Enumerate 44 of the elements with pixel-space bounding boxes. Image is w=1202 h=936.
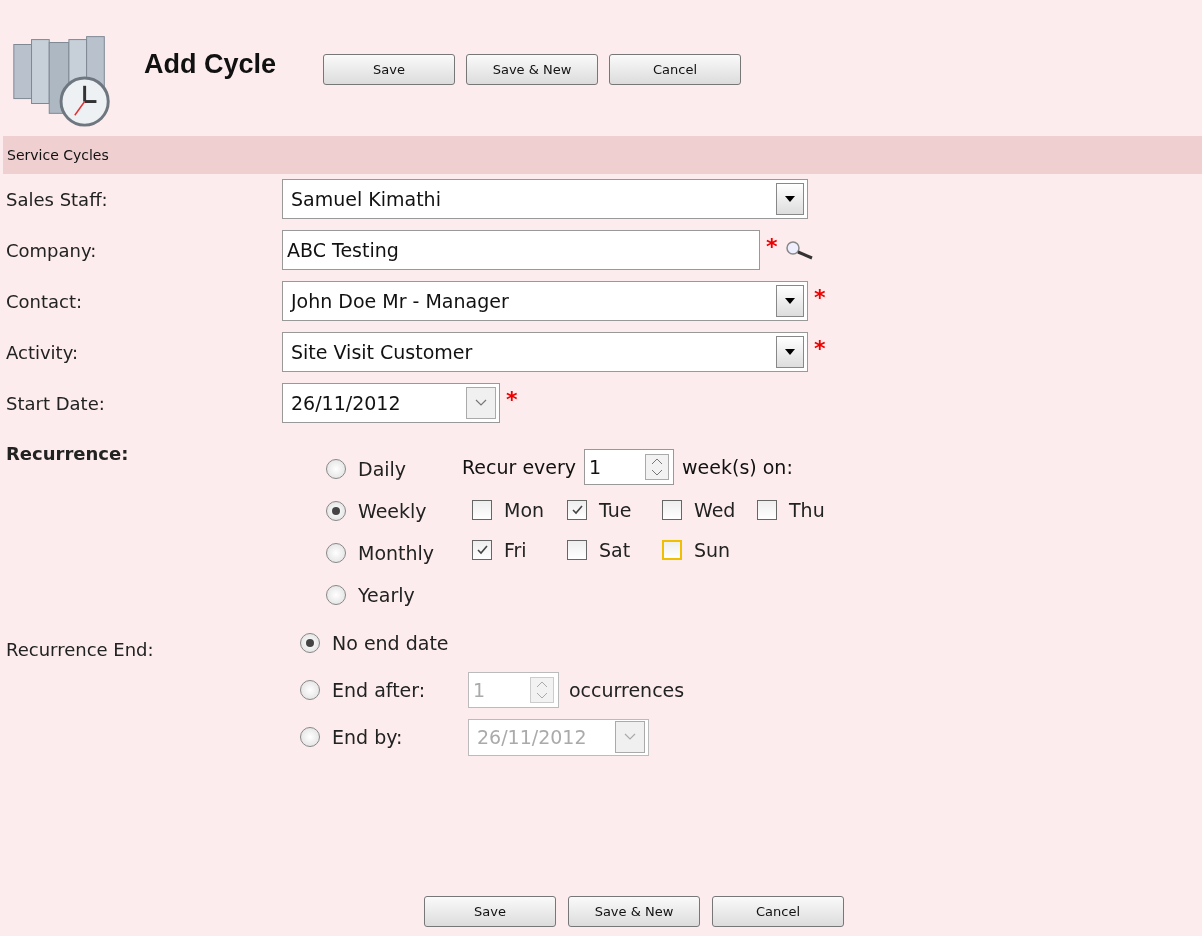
field-label: Contact:	[5, 290, 84, 312]
field-label: Company:	[5, 239, 98, 261]
occurrences-label: occurrences	[569, 679, 685, 701]
save-and-new-button[interactable]: Save & New	[568, 896, 700, 927]
required-asterisk: *	[766, 234, 778, 259]
required-asterisk: *	[814, 336, 826, 361]
field-label: Sales Staff:	[5, 188, 109, 210]
recurrence-label: Recurrence:	[5, 443, 130, 466]
day-checkbox[interactable]: Fri	[472, 539, 567, 561]
recurrence-end-label: Recurrence End:	[5, 639, 155, 662]
checkmark-icon	[475, 543, 489, 557]
search-icon[interactable]	[783, 240, 814, 260]
unit-label: week(s) on:	[682, 456, 793, 478]
cancel-button[interactable]: Cancel	[609, 53, 742, 85]
chevron-down-icon	[615, 721, 645, 753]
section-title: Service Cycles	[7, 147, 109, 163]
required-asterisk: *	[506, 387, 518, 412]
number-spinner[interactable]: 1	[584, 449, 675, 485]
day-checkbox[interactable]: Mon	[472, 499, 567, 521]
checkmark-icon	[570, 503, 584, 517]
dropdown[interactable]: John Doe Mr - Manager	[282, 281, 808, 321]
radio-option[interactable]: Monthly	[326, 539, 466, 567]
dropdown[interactable]: Samuel Kimathi	[282, 179, 808, 219]
field-label: Activity:	[5, 341, 80, 363]
field-label: Start Date:	[5, 392, 106, 414]
day-checkbox[interactable]: Tue	[567, 499, 662, 521]
radio-option[interactable]: Weekly	[326, 497, 466, 525]
dropdown[interactable]: Site Visit Customer	[282, 332, 808, 372]
required-asterisk: *	[814, 285, 826, 310]
cancel-button[interactable]: Cancel	[712, 896, 844, 927]
input-field[interactable]: ABC Testing	[282, 230, 760, 270]
save-button[interactable]: Save	[323, 53, 456, 85]
radio-option[interactable]: No end date	[300, 629, 449, 657]
day-checkbox[interactable]: Sun	[662, 539, 757, 561]
recur-every-label: Recur every	[462, 456, 577, 478]
day-checkbox[interactable]: Thu	[757, 499, 852, 521]
page-title: Add Cycle	[144, 48, 277, 80]
chevron-down-icon	[466, 387, 496, 419]
save-button[interactable]: Save	[424, 896, 556, 927]
radio-option[interactable]: Yearly	[326, 581, 466, 609]
save-and-new-button[interactable]: Save & New	[466, 53, 599, 85]
day-checkbox[interactable]: Sat	[567, 539, 662, 561]
day-checkbox[interactable]: Wed	[662, 499, 757, 521]
date-picker[interactable]: 26/11/2012	[282, 383, 500, 423]
